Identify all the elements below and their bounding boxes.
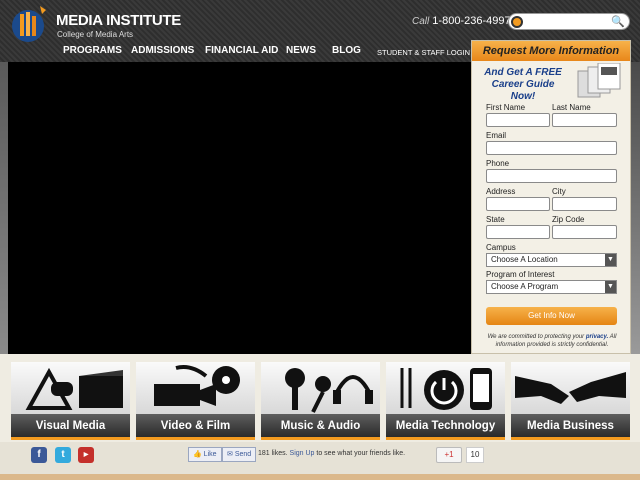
likes-summary: 181 likes. Sign Up to see what your frie… [258,450,405,457]
signup-link[interactable]: Sign Up [290,450,315,457]
category-label: Media Business [511,414,630,440]
email-field[interactable] [486,141,617,155]
nav-item-blog[interactable]: BLOG [332,45,361,56]
category-media-business[interactable]: Media Business [511,362,630,442]
send-label: Send [234,451,252,458]
art-tools-icon [11,362,130,414]
chevron-down-icon: ▼ [605,254,616,266]
city-field[interactable] [552,197,617,211]
address-label: Address [486,187,516,196]
gplus-count: 10 [466,447,484,463]
like-label: Like [203,451,217,458]
search-logo-icon [511,16,523,28]
career-guide-promo: And Get A FREE Career Guide Now! [484,67,562,102]
facebook-icon[interactable]: f [31,447,47,463]
program-categories: Visual Media Video & Film Music & Audio [0,354,640,442]
phone-number: Call 1-800-236-4997 [412,15,511,27]
category-label: Media Technology [386,414,505,440]
zip-field[interactable] [552,225,617,239]
hero-backdrop-right [631,62,640,354]
microphone-icon [261,362,380,414]
nav-item-news[interactable]: NEWS [286,45,316,56]
state-field[interactable] [486,225,550,239]
privacy-link[interactable]: privacy. [586,334,608,340]
main-nav: PROGRAMS ADMISSIONS FINANCIAL AID NEWS B… [0,40,470,62]
power-devices-icon [386,362,505,414]
campus-select[interactable]: Choose A Location ▼ [486,253,617,267]
category-video-film[interactable]: Video & Film [136,362,255,442]
category-media-technology[interactable]: Media Technology [386,362,505,442]
get-info-button[interactable]: Get Info Now [486,307,617,325]
first-name-label: First Name [486,103,526,112]
handshake-icon [511,362,630,414]
last-name-label: Last Name [552,103,591,112]
search-icon[interactable]: 🔍 [611,15,625,28]
search-input[interactable]: 🔍 [508,13,630,30]
campus-label: Campus [486,243,516,252]
film-camera-icon [136,362,255,414]
program-selected-value: Choose A Program [491,282,559,291]
category-label: Visual Media [11,414,130,440]
gplus-button[interactable]: +1 [436,447,462,463]
career-guide-image [577,63,621,98]
zip-label: Zip Code [552,215,585,224]
hero-backdrop-left [0,62,8,354]
nav-item-login[interactable]: STUDENT & STAFF LOGIN [377,48,470,57]
privacy-note: We are committed to protecting your priv… [484,333,620,349]
video-player[interactable] [8,62,471,354]
category-visual-media[interactable]: Visual Media [11,362,130,442]
logo[interactable]: MEDIA INSTITUTE College of Media Arts [10,4,181,44]
nav-item-programs[interactable]: PROGRAMS [63,45,122,56]
likes-count: 181 likes. [258,450,288,457]
envelope-icon: ✉ [227,451,233,458]
program-label: Program of Interest [486,270,555,279]
brand-tagline: College of Media Arts [57,30,134,39]
form-title[interactable]: Request More Information [472,41,630,61]
campus-selected-value: Choose A Location [491,255,558,264]
thumbs-up-icon: 👍 [193,451,202,458]
program-select[interactable]: Choose A Program ▼ [486,280,617,294]
chevron-down-icon: ▼ [605,281,616,293]
category-label: Music & Audio [261,414,380,440]
phone-value: 1-800-236-4997 [432,15,511,27]
youtube-icon[interactable]: ▶ [78,447,94,463]
city-label: City [552,187,566,196]
send-button[interactable]: ✉ Send [222,447,257,462]
first-name-field[interactable] [486,113,550,127]
page-section-preview [0,474,640,480]
category-music-audio[interactable]: Music & Audio [261,362,380,442]
privacy-prefix: We are committed to protecting your [487,334,585,340]
twitter-icon[interactable]: t [55,447,71,463]
category-label: Video & Film [136,414,255,440]
signup-suffix: to see what your friends like. [316,450,406,457]
phone-prefix: Call [412,16,430,27]
request-info-form: Request More Information And Get A FREE … [471,40,631,354]
phone-label: Phone [486,159,510,168]
address-field[interactable] [486,197,550,211]
last-name-field[interactable] [552,113,617,127]
email-label: Email [486,131,507,140]
brand-name: MEDIA INSTITUTE [56,12,181,29]
phone-field[interactable] [486,169,617,183]
like-button[interactable]: 👍 Like [188,447,222,462]
state-label: State [486,215,505,224]
nav-item-financial-aid[interactable]: FINANCIAL AID [205,45,278,56]
logo-mark-icon [12,6,46,42]
nav-item-admissions[interactable]: ADMISSIONS [131,45,194,56]
